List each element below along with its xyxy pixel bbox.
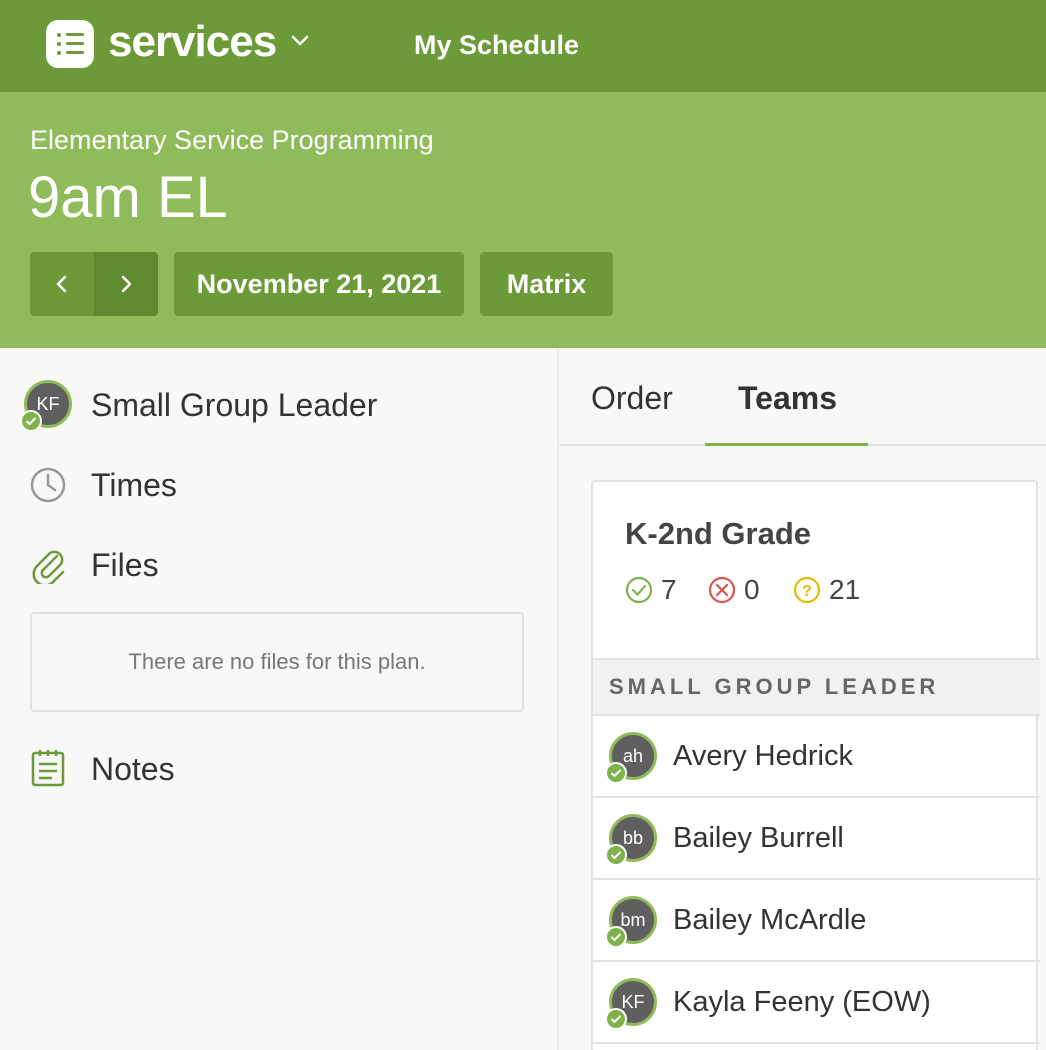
svg-text:?: ? [802,583,812,600]
team-name[interactable]: K-2nd Grade [625,514,811,554]
team-member-row[interactable]: bm Bailey McArdle [593,880,1040,962]
plan-content-panel: Order Teams K-2nd Grade 7 0 ? 21 SMALL G… [559,348,1046,1050]
my-schedule-link[interactable]: My Schedule [414,28,579,62]
app-name[interactable]: services [108,14,277,70]
plan-header: Elementary Service Programming 9am EL No… [0,92,1046,348]
plan-tabs: Order Teams [559,348,1046,446]
active-tab-indicator [705,443,868,446]
clock-icon [30,467,66,503]
confirmed-count: 7 [625,574,677,606]
team-member-name[interactable]: Avery Hedrick [673,738,853,774]
team-member-name[interactable]: Kayla Feeny (EOW) [673,984,931,1020]
chevron-left-icon [56,275,67,293]
team-member-row[interactable]: bb Bailey Burrell [593,798,1040,880]
plan-title: 9am EL [28,165,228,230]
chevron-right-icon [121,275,132,293]
question-circle-icon: ? [793,576,821,604]
confirmed-check-icon [605,762,627,784]
confirmed-check-icon [605,1008,627,1030]
times-link[interactable]: Times [91,465,177,505]
confirmed-check-icon [605,844,627,866]
files-empty-state: There are no files for this plan. [30,612,524,712]
plan-sidebar: KF Small Group Leader Times Files There … [0,348,557,1050]
paperclip-icon [32,550,65,584]
team-member-name[interactable]: Bailey Burrell [673,820,844,856]
position-header: SMALL GROUP LEADER [593,658,1040,716]
service-type-name[interactable]: Elementary Service Programming [30,124,434,156]
services-logo-icon[interactable] [46,20,94,68]
unconfirmed-count: ? 21 [793,574,860,606]
next-plan-button[interactable] [94,252,158,316]
confirmed-check-icon [605,926,627,948]
files-link[interactable]: Files [91,545,159,585]
my-position-label[interactable]: Small Group Leader [91,385,377,425]
matrix-button[interactable]: Matrix [480,252,613,316]
team-card: K-2nd Grade 7 0 ? 21 SMALL GROUP LEADER [591,480,1040,1050]
check-circle-icon [625,576,653,604]
tab-order[interactable]: Order [591,378,673,418]
x-circle-icon [708,576,736,604]
previous-plan-button[interactable] [30,252,94,316]
confirmed-check-icon [20,410,42,432]
team-member-name[interactable]: Bailey McArdle [673,902,866,938]
declined-count-value: 0 [744,574,760,605]
team-member-row[interactable]: ah Avery Hedrick [593,716,1040,798]
notes-link[interactable]: Notes [91,749,175,789]
top-navigation-bar: services My Schedule [0,0,1046,92]
plan-date-button[interactable]: November 21, 2021 [174,252,464,316]
declined-count: 0 [708,574,760,606]
unconfirmed-count-value: 21 [829,574,861,605]
tab-teams[interactable]: Teams [738,378,837,418]
confirmed-count-value: 7 [661,574,677,605]
notes-icon [31,750,65,787]
team-member-row[interactable]: KF Kayla Feeny (EOW) [593,962,1040,1044]
chevron-down-icon[interactable] [290,34,310,48]
